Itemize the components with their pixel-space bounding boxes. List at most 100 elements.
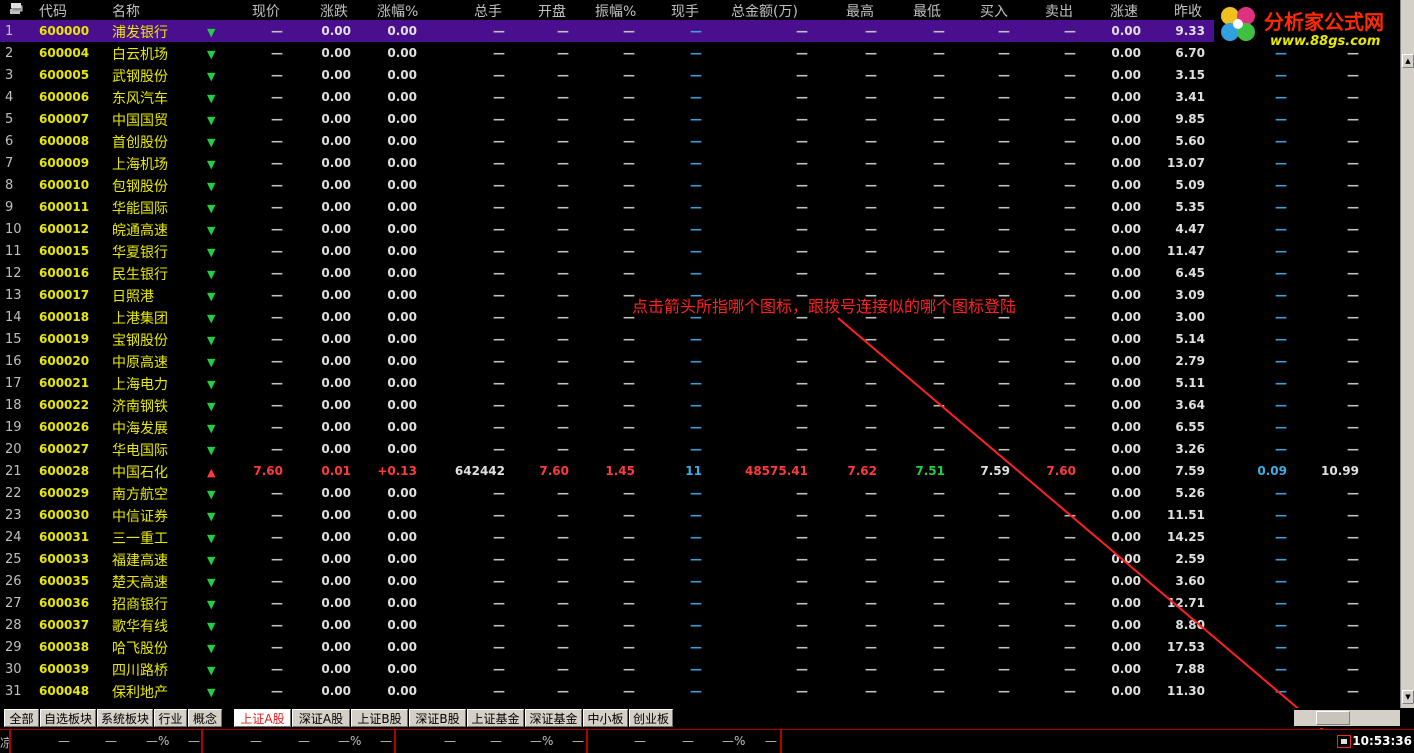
row-index: 25 [5, 552, 22, 567]
cell-open: — [557, 376, 569, 390]
cell-cur: — [690, 508, 702, 522]
down-arrow-icon: ▼ [207, 554, 216, 567]
cell-high: — [865, 46, 877, 60]
cell-speed: 0.00 [1111, 90, 1141, 104]
column-header-row: 代码 名称 现价 涨跌 涨幅% 总手 开盘 振幅% 现手 总金额(万) 最高 最… [0, 0, 1400, 20]
table-row[interactable]: 24 600031 三一重工 ▼ — 0.00 0.00 — — — — — — — — — 0.00 14.25… [0, 526, 1400, 548]
table-row[interactable]: 8 600010 包钢股份 ▼ — 0.00 0.00 — — — — — — — — — 0.00 5.09 — — [0, 174, 1400, 196]
scroll-thumb[interactable] [1316, 711, 1350, 725]
table-row[interactable]: 6 600008 首创股份 ▼ — 0.00 0.00 — — — — — — — — — 0.00 5.60 — — [0, 130, 1400, 152]
cell-high: — [865, 442, 877, 456]
vertical-scrollbar[interactable]: ▲ ▼ [1400, 0, 1414, 708]
cell-change: 0.00 [321, 288, 351, 302]
cell-prev: 6.45 [1175, 266, 1205, 280]
stock-code: 600007 [39, 112, 90, 126]
row-index: 16 [5, 354, 22, 369]
cell-high: — [865, 354, 877, 368]
table-row[interactable]: 30 600039 四川路桥 ▼ — 0.00 0.00 — — — — — — — — — 0.00 7.88 —… [0, 658, 1400, 680]
cell-change: 0.00 [321, 244, 351, 258]
cell-open: — [557, 112, 569, 126]
col-ask[interactable]: 卖出 [1045, 1, 1073, 21]
col-speed[interactable]: 涨速 [1110, 1, 1138, 21]
cell-low: — [933, 486, 945, 500]
cell-extra1: — [1275, 530, 1287, 544]
tab-3[interactable]: 行业 [154, 709, 187, 727]
table-row[interactable]: 22 600029 南方航空 ▼ — 0.00 0.00 — — — — — — — — — 0.00 5.26 —… [0, 482, 1400, 504]
col-volume[interactable]: 总手 [474, 1, 502, 21]
col-code[interactable]: 代码 [39, 1, 67, 21]
col-low[interactable]: 最低 [913, 1, 941, 21]
table-row[interactable]: 2 600004 白云机场 ▼ —0.00 0.00— — — — — — — — —0.00 6.70— — [0, 42, 1400, 64]
col-pct[interactable]: 涨幅% [377, 1, 418, 21]
tab-1[interactable]: 自选板块 [40, 709, 96, 727]
table-row[interactable]: 9 600011 华能国际 ▼ — 0.00 0.00 — — — — — — — — — 0.00 5.35 — — [0, 196, 1400, 218]
table-row[interactable]: 1600000浦发银行▼—0.000.00—————————0.009.33—— [0, 20, 1400, 42]
table-row[interactable]: 27 600036 招商银行 ▼ — 0.00 0.00 — — — — — — — — — 0.00 12.71… [0, 592, 1400, 614]
tab-6[interactable]: 深证A股 [292, 709, 350, 727]
tab-7[interactable]: 上证B股 [351, 709, 408, 727]
cell-low: — [933, 354, 945, 368]
table-row[interactable]: 25 600033 福建高速 ▼ — 0.00 0.00 — — — — — — — — — 0.00 2.59 —… [0, 548, 1400, 570]
table-row[interactable]: 20 600027 华电国际 ▼ — 0.00 0.00 — — — — — — — — — 0.00 3.26 —… [0, 438, 1400, 460]
row-index: 26 [5, 574, 22, 589]
scroll-down-icon[interactable]: ▼ [1402, 690, 1414, 704]
col-open[interactable]: 开盘 [538, 1, 566, 21]
col-amplitude[interactable]: 振幅% [595, 1, 636, 21]
stock-name: 华能国际 [112, 201, 168, 217]
col-name[interactable]: 名称 [112, 1, 140, 21]
row-index: 27 [5, 596, 22, 611]
tab-0[interactable]: 全部 [4, 709, 39, 727]
stock-name: 歌华有线 [112, 619, 168, 635]
horizontal-scrollbar[interactable] [1294, 710, 1400, 726]
col-amount[interactable]: 总金额(万) [731, 1, 798, 21]
table-row[interactable]: 11 600015 华夏银行 ▼ — 0.00 0.00 — — — — — — — — — 0.00 11.47… [0, 240, 1400, 262]
tab-9[interactable]: 上证基金 [467, 709, 524, 727]
col-change[interactable]: 涨跌 [320, 1, 348, 21]
table-row[interactable]: 23 600030 中信证券 ▼ — 0.00 0.00 — — — — — — — — — 0.00 11.51… [0, 504, 1400, 526]
stack-icon[interactable] [9, 2, 23, 20]
table-row[interactable]: 12 600016 民生银行 ▼ — 0.00 0.00 — — — — — — — — — 0.00 6.45 —… [0, 262, 1400, 284]
table-row[interactable]: 21 600028 中国石化 ▲ 7.60 0.01 +0.13 642442 7.60 1.45… [0, 460, 1400, 482]
connection-icon[interactable] [1337, 735, 1351, 748]
stock-name: 四川路桥 [112, 663, 168, 679]
table-row[interactable]: 10 600012 皖通高速 ▼ — 0.00 0.00 — — — — — — — — — 0.00 4.47 —… [0, 218, 1400, 240]
cell-extra2: — [1347, 222, 1359, 236]
table-row[interactable]: 5 600007 中国国贸 ▼ — 0.00 0.00 — — — — — — — — — 0.00 9.85 — — [0, 108, 1400, 130]
table-row[interactable]: 7 600009 上海机场 ▼ — 0.00 0.00 — — — — — — — — — 0.00 13.07 —… [0, 152, 1400, 174]
table-row[interactable]: 18 600022 济南钢铁 ▼ — 0.00 0.00 — — — — — — — — — 0.00 3.64 —… [0, 394, 1400, 416]
col-cur[interactable]: 现手 [671, 1, 699, 21]
cell-open: — [557, 68, 569, 82]
tab-2[interactable]: 系统板块 [97, 709, 153, 727]
col-bid[interactable]: 买入 [980, 1, 1008, 21]
scroll-up-icon[interactable]: ▲ [1402, 54, 1414, 68]
col-prev[interactable]: 昨收 [1174, 1, 1202, 21]
col-high[interactable]: 最高 [846, 1, 874, 21]
tab-11[interactable]: 中小板 [583, 709, 628, 727]
tab-8[interactable]: 深证B股 [409, 709, 466, 727]
col-price[interactable]: 现价 [252, 1, 280, 21]
table-row[interactable]: 19 600026 中海发展 ▼ — 0.00 0.00 — — — — — — — — — 0.00 6.55 —… [0, 416, 1400, 438]
cell-price: — [271, 222, 283, 236]
cell-speed: 0.00 [1111, 508, 1141, 522]
cell-ask: — [1064, 508, 1076, 522]
cell-volume: — [493, 200, 505, 214]
cell-high: — [865, 398, 877, 412]
tab-10[interactable]: 深证基金 [525, 709, 582, 727]
table-row[interactable]: 16 600020 中原高速 ▼ — 0.00 0.00 — — — — — — — — — 0.00 2.79 —… [0, 350, 1400, 372]
table-row[interactable]: 28 600037 歌华有线 ▼ — 0.00 0.00 — — — — — — — — — 0.00 8.80 —… [0, 614, 1400, 636]
table-row[interactable]: 26 600035 楚天高速 ▼ — 0.00 0.00 — — — — — — — — — 0.00 3.60 —… [0, 570, 1400, 592]
tab-12[interactable]: 创业板 [629, 709, 673, 727]
cell-extra1: — [1275, 640, 1287, 654]
cell-prev: 5.60 [1175, 134, 1205, 148]
table-row[interactable]: 31 600048 保利地产 ▼ — 0.00 0.00 — — — — — — — — — 0.00 11.30… [0, 680, 1400, 702]
table-row[interactable]: 29 600038 哈飞股份 ▼ — 0.00 0.00 — — — — — — — — — 0.00 17.53… [0, 636, 1400, 658]
table-row[interactable]: 3 600005 武钢股份 ▼ — 0.00 0.00 — — — — — — — — — 0.00 3.15 — — [0, 64, 1400, 86]
cell-low: 7.51 [915, 464, 945, 478]
table-row[interactable]: 15 600019 宝钢股份 ▼ — 0.00 0.00 — — — — — — — — — 0.00 5.14 —… [0, 328, 1400, 350]
tab-5[interactable]: 上证A股 [234, 709, 291, 727]
tab-4[interactable]: 概念 [188, 709, 222, 727]
cell-amount: — [796, 442, 808, 456]
cell-speed: 0.00 [1111, 552, 1141, 566]
table-row[interactable]: 4 600006 东风汽车 ▼ — 0.00 0.00 — — — — — — — — — 0.00 3.41 — — [0, 86, 1400, 108]
table-row[interactable]: 17 600021 上海电力 ▼ — 0.00 0.00 — — — — — — — — — 0.00 5.11 —… [0, 372, 1400, 394]
